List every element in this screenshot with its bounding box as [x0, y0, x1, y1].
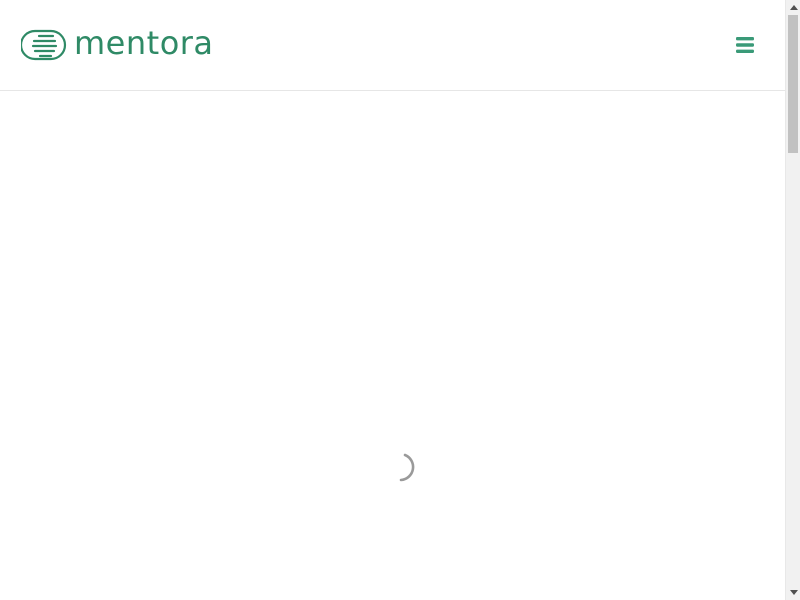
arrow-up-icon [789, 5, 798, 10]
scroll-up-button[interactable] [786, 0, 800, 15]
brand-name: mentora [74, 24, 214, 62]
arrow-down-icon [789, 590, 798, 595]
vertical-scrollbar[interactable] [785, 0, 800, 600]
logo-link[interactable]: mentora [21, 24, 214, 63]
hamburger-menu-icon [736, 37, 754, 53]
loading-spinner-icon [399, 453, 415, 482]
scroll-down-button[interactable] [786, 585, 800, 600]
page: mentora [0, 0, 785, 600]
site-header: mentora [0, 0, 785, 91]
scroll-thumb[interactable] [788, 15, 798, 153]
document-stack-icon [21, 29, 67, 61]
menu-button[interactable] [728, 29, 762, 61]
